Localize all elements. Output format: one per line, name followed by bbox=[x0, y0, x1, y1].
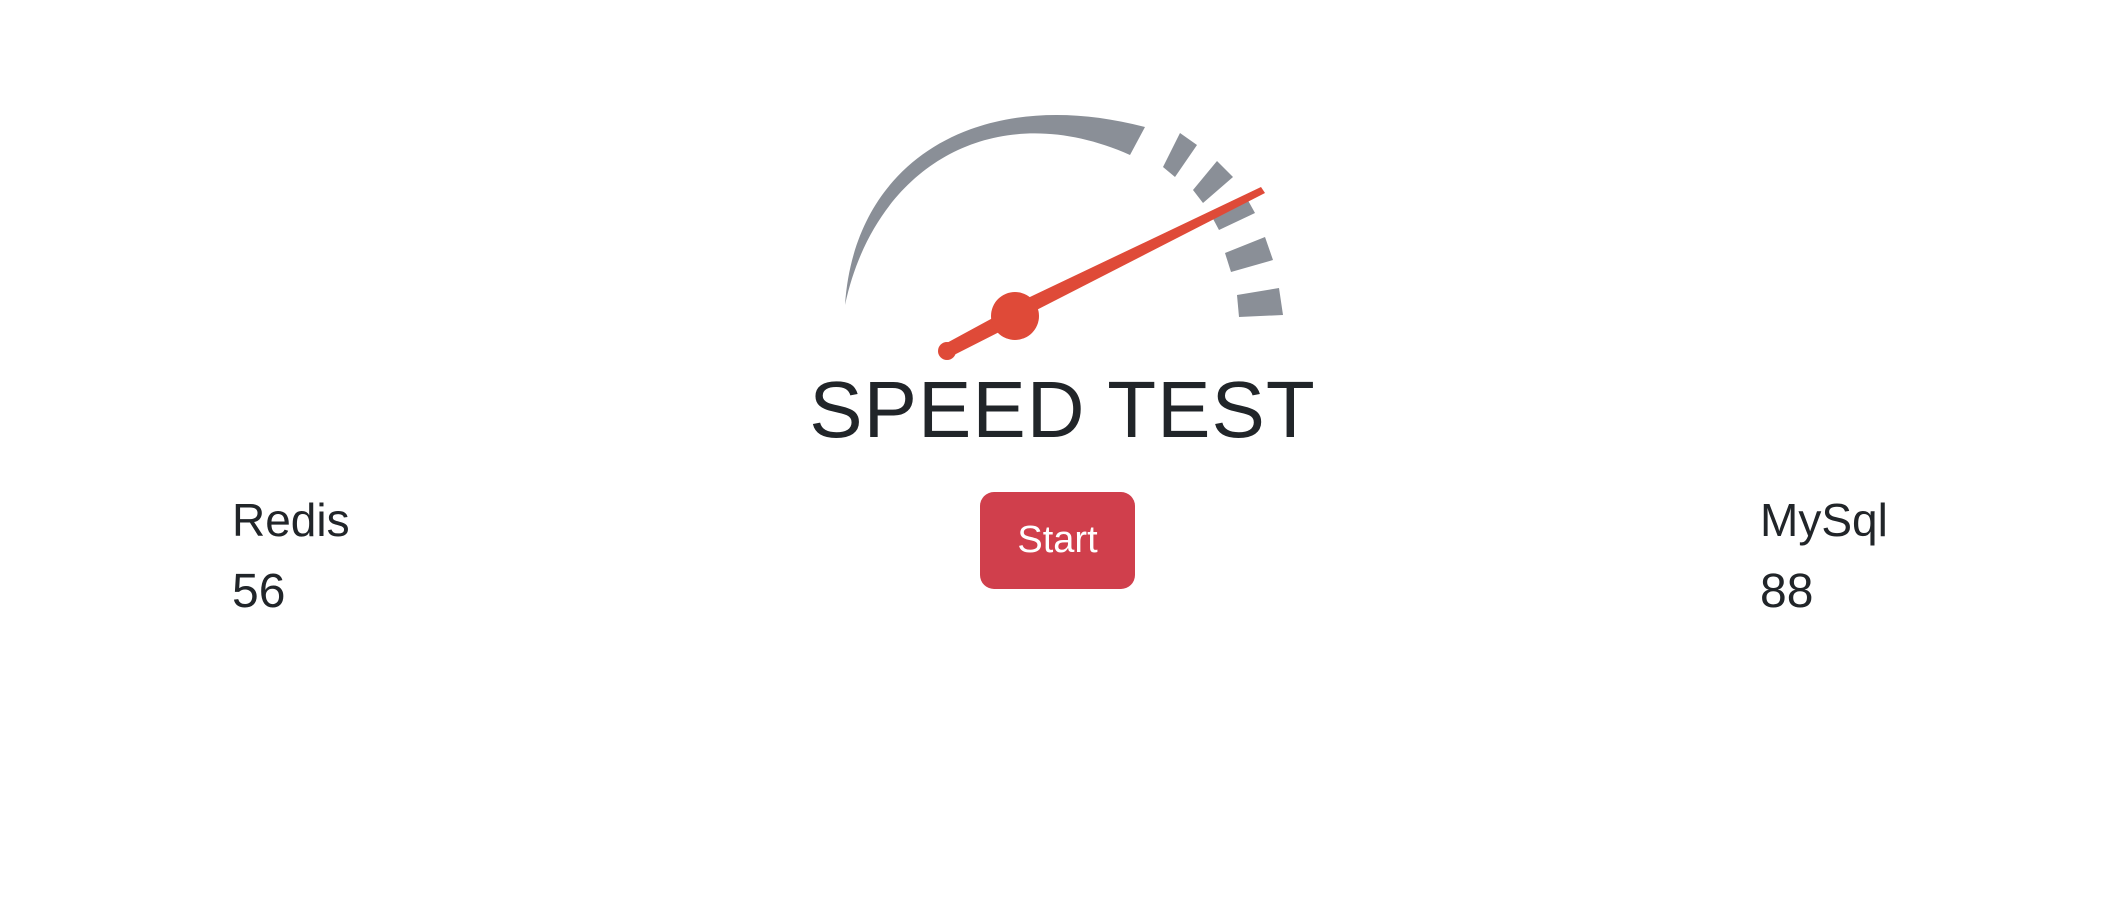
mysql-stat: MySql 88 bbox=[1760, 490, 1888, 622]
speedometer-icon bbox=[845, 114, 1283, 360]
page-title: SPEED TEST bbox=[809, 365, 1316, 454]
redis-label: Redis bbox=[232, 494, 350, 546]
start-button[interactable]: Start bbox=[980, 492, 1135, 589]
gauge-needle bbox=[938, 187, 1265, 360]
mysql-value: 88 bbox=[1760, 565, 1814, 618]
redis-stat: Redis 56 bbox=[232, 490, 350, 622]
redis-value: 56 bbox=[232, 565, 286, 618]
gauge-ticks bbox=[1163, 133, 1283, 317]
mysql-label: MySql bbox=[1760, 494, 1888, 546]
speed-test-page: SPEED TEST Redis 56 Start MySql 88 bbox=[0, 0, 2125, 898]
